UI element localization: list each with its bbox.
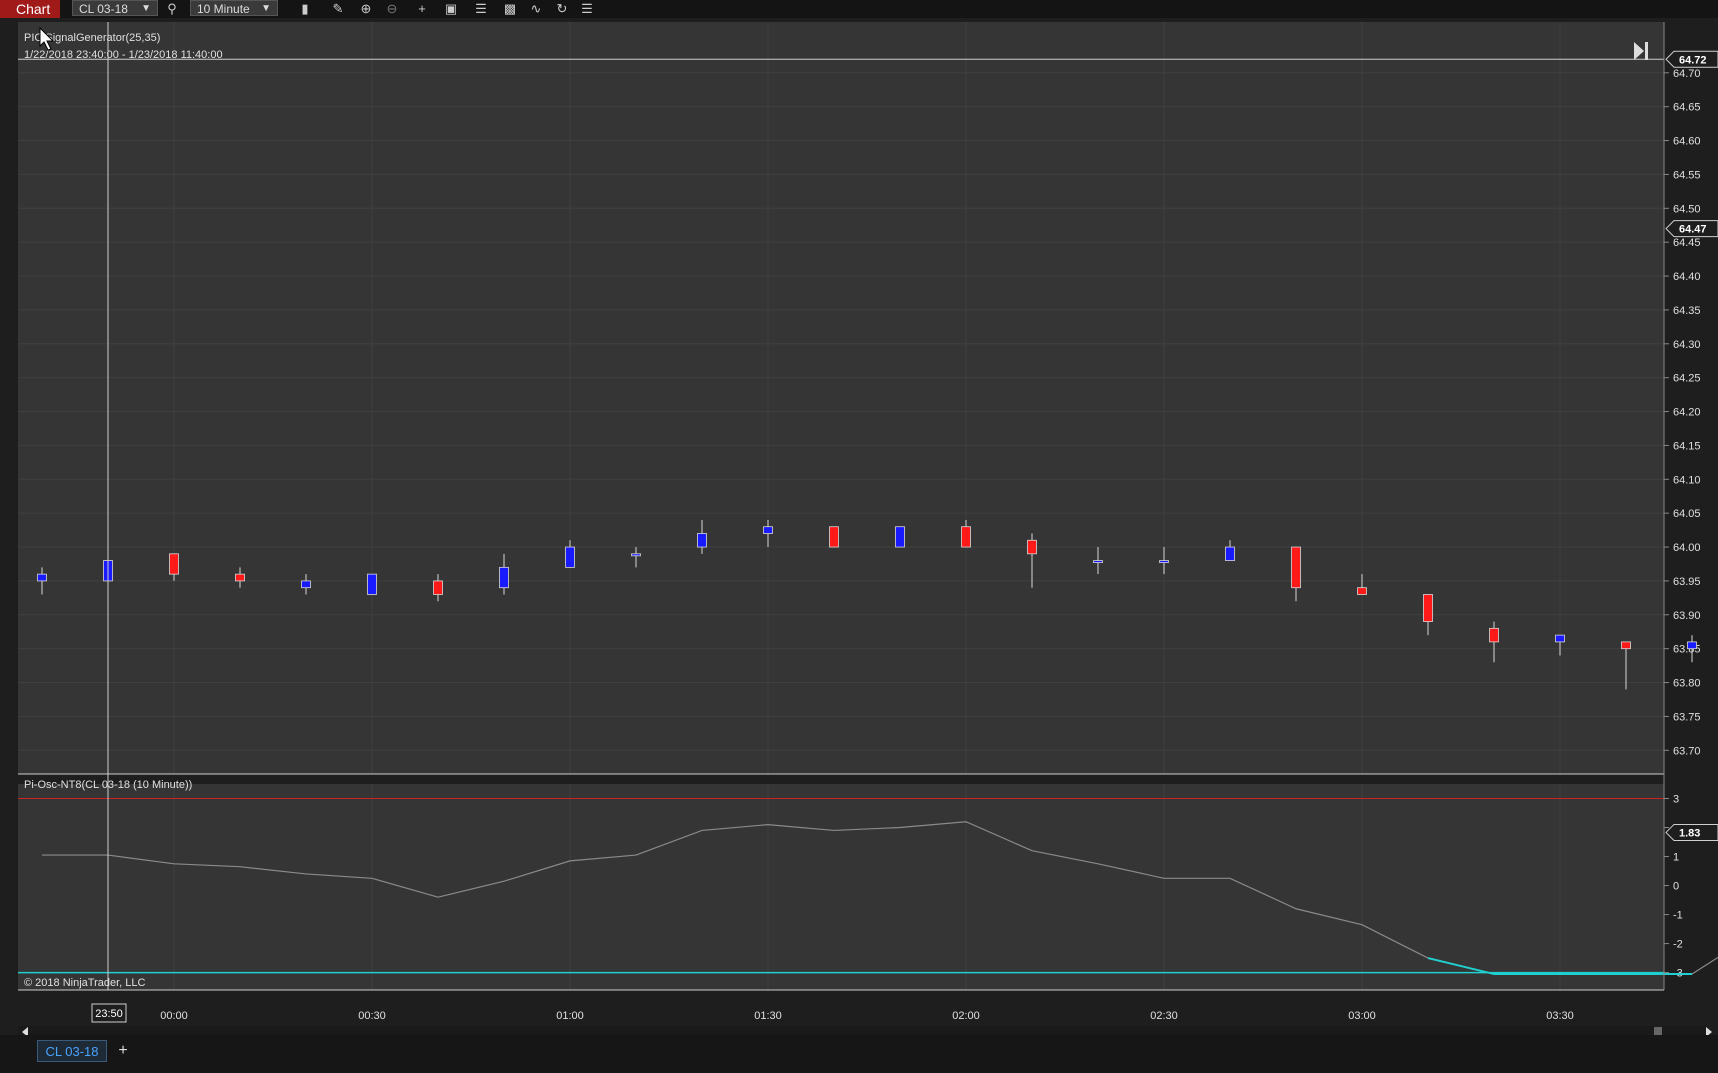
candle-body: [37, 573, 47, 582]
oscillator-axis-label: -1: [1673, 910, 1683, 922]
candle-body: [1225, 546, 1235, 561]
candle-body: [1423, 594, 1433, 622]
price-axis-label: 63.75: [1673, 711, 1701, 723]
candle-body: [1291, 546, 1301, 589]
candle-body: [829, 526, 839, 548]
price-axis-label: 63.80: [1673, 678, 1701, 690]
candle-body: [565, 546, 575, 568]
add-tab-button[interactable]: +: [114, 1040, 132, 1062]
price-axis-label: 64.15: [1673, 440, 1701, 452]
oscillator-last-label: 1.83: [1679, 827, 1700, 839]
price-axis-label: 63.90: [1673, 610, 1701, 622]
price-axis-label: 64.00: [1673, 542, 1701, 554]
date-range: 1/22/2018 23:40:00 - 1/23/2018 11:40:00: [24, 49, 223, 61]
candle-body: [895, 526, 905, 548]
price-axis-label: 63.95: [1673, 576, 1701, 588]
scroll-to-end-bar: [1645, 42, 1648, 60]
price-axis-label: 64.40: [1673, 271, 1701, 283]
oscillator-axis-label: 0: [1673, 881, 1679, 893]
candle-body: [697, 533, 707, 548]
oscillator-panel: [18, 784, 1664, 990]
price-axis-label: 64.10: [1673, 474, 1701, 486]
price-axis-label: 64.60: [1673, 136, 1701, 148]
price-axis-label: 64.20: [1673, 407, 1701, 419]
time-axis-label: 03:00: [1348, 1010, 1376, 1022]
candle-body: [1555, 634, 1565, 643]
candle-body: [433, 580, 443, 595]
price-top-label: 64.72: [1679, 54, 1707, 66]
candle-body: [235, 573, 245, 582]
candle-body: [1357, 587, 1367, 595]
horizontal-scrollbar[interactable]: [18, 1026, 1708, 1035]
price-panel: [18, 22, 1664, 774]
copyright-text: © 2018 NinjaTrader, LLC: [24, 977, 145, 989]
candle-body: [301, 580, 311, 589]
price-axis-label: 64.65: [1673, 102, 1701, 114]
candle-body: [1093, 560, 1103, 563]
price-axis-label: 64.05: [1673, 508, 1701, 520]
oscillator-title: Pi-Osc-NT8(CL 03-18 (10 Minute)): [24, 779, 192, 791]
price-axis-label: 64.45: [1673, 237, 1701, 249]
candle-body: [169, 553, 179, 575]
price-axis-label: 64.30: [1673, 339, 1701, 351]
candle-body: [1159, 560, 1169, 563]
price-axis-label: 64.35: [1673, 305, 1701, 317]
candle-body: [499, 566, 509, 589]
oscillator-axis-label: -2: [1673, 939, 1683, 951]
time-axis-label: 02:00: [952, 1010, 980, 1022]
price-axis-label: 64.55: [1673, 169, 1701, 181]
candle-body: [1687, 641, 1697, 650]
oscillator-axis-label: 1: [1673, 852, 1679, 864]
candle-body: [631, 553, 641, 557]
candle-body: [367, 573, 377, 595]
price-axis-label: 64.70: [1673, 68, 1701, 80]
price-axis-label: 64.50: [1673, 203, 1701, 215]
candle-body: [1489, 627, 1499, 643]
tab-cl-03-18[interactable]: CL 03-18: [37, 1040, 107, 1062]
time-axis-label: 01:30: [754, 1010, 782, 1022]
scrollbar-thumb[interactable]: [1654, 1027, 1662, 1035]
price-axis-label: 64.25: [1673, 373, 1701, 385]
time-axis-label: 00:00: [160, 1010, 188, 1022]
price-axis-area: [1664, 22, 1718, 990]
time-axis-label: 00:30: [358, 1010, 386, 1022]
price-axis-label: 63.70: [1673, 745, 1701, 757]
candle-body: [763, 526, 773, 534]
candle-body: [1027, 539, 1037, 555]
tab-bar: [0, 1035, 1718, 1073]
price-last-label: 64.47: [1679, 224, 1707, 236]
candle-body: [961, 526, 971, 548]
time-axis-label: 02:30: [1150, 1010, 1178, 1022]
candle-body: [1621, 641, 1631, 650]
chart-canvas[interactable]: 00:00 00:30 01:00 01:30 02:00 02:30 03:00 03:30…: [0, 0, 1718, 1035]
time-axis-label: 01:00: [556, 1010, 584, 1022]
oscillator-axis-label: 3: [1673, 794, 1679, 806]
time-axis-label: 03:30: [1546, 1010, 1574, 1022]
crosshair-time-label: 23:50: [95, 1008, 123, 1020]
